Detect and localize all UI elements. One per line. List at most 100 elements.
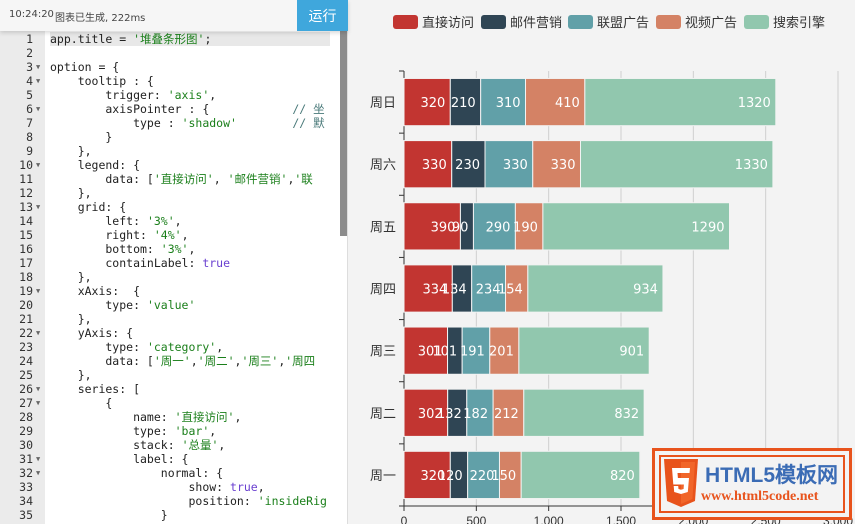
code-line[interactable]: 1 app.title = '堆叠条形图'; bbox=[0, 32, 340, 46]
code-line[interactable]: 8 } bbox=[0, 130, 340, 144]
legend-item[interactable]: 联盟广告 bbox=[597, 16, 649, 31]
editor-scrollbar[interactable] bbox=[340, 31, 347, 236]
bar-label: 132 bbox=[437, 407, 462, 422]
fold-arrow-icon[interactable]: ▼ bbox=[36, 326, 40, 340]
bar-label: 820 bbox=[610, 469, 635, 484]
line-number: 29 bbox=[19, 424, 33, 438]
line-number: 7 bbox=[26, 116, 33, 130]
code-line[interactable]: 26 ▼ series: [ bbox=[0, 382, 340, 396]
code-line[interactable]: 24 data: ['周一','周二','周三','周四 bbox=[0, 354, 340, 368]
code-text: trigger: 'axis', bbox=[50, 88, 217, 102]
fold-arrow-icon[interactable]: ▼ bbox=[36, 60, 40, 74]
bar-label: 901 bbox=[619, 345, 644, 360]
code-line[interactable]: 9 }, bbox=[0, 144, 340, 158]
code-text: } bbox=[50, 508, 168, 522]
code-editor[interactable]: 1 app.title = '堆叠条形图'; 2 3 ▼ option = {4 ▼ too… bbox=[0, 31, 340, 524]
bar-label: 1320 bbox=[738, 96, 771, 111]
code-line[interactable]: 33 show: true, bbox=[0, 480, 340, 494]
fold-arrow-icon[interactable]: ▼ bbox=[36, 466, 40, 480]
code-line[interactable]: 11 data: ['直接访问', '邮件营销','联 bbox=[0, 172, 340, 186]
legend-item[interactable]: 直接访问 bbox=[422, 15, 474, 31]
code-line[interactable]: 17 containLabel: true bbox=[0, 256, 340, 270]
code-line[interactable]: 21 }, bbox=[0, 312, 340, 326]
code-text: } bbox=[50, 130, 113, 144]
bar-label: 330 bbox=[422, 158, 447, 173]
bar-label: 191 bbox=[460, 345, 485, 360]
y-tick-label: 周三 bbox=[370, 345, 396, 360]
code-line[interactable]: 10 ▼ legend: { bbox=[0, 158, 340, 172]
code-line[interactable]: 25 }, bbox=[0, 368, 340, 382]
y-tick-label: 周一 bbox=[370, 469, 396, 484]
code-text: option = { bbox=[50, 60, 120, 74]
bar-label: 934 bbox=[633, 283, 658, 298]
fold-arrow-icon[interactable]: ▼ bbox=[36, 284, 40, 298]
run-button[interactable]: 运行 bbox=[297, 0, 348, 31]
code-line[interactable]: 12 }, bbox=[0, 186, 340, 200]
code-text: axisPointer : { // 坐 bbox=[50, 102, 325, 116]
fold-arrow-icon[interactable]: ▼ bbox=[36, 74, 40, 88]
code-line[interactable]: 35 } bbox=[0, 508, 340, 522]
code-text: series: [ bbox=[50, 382, 141, 396]
fold-arrow-icon[interactable]: ▼ bbox=[36, 396, 40, 410]
code-text: label: { bbox=[50, 452, 189, 466]
code-text: stack: '总量', bbox=[50, 438, 226, 452]
code-text: app.title = '堆叠条形图'; bbox=[50, 32, 330, 46]
code-line[interactable]: 20 type: 'value' bbox=[0, 298, 340, 312]
code-line[interactable]: 32 ▼ normal: { bbox=[0, 466, 340, 480]
bar-label: 182 bbox=[463, 407, 488, 422]
code-line[interactable]: 23 type: 'category', bbox=[0, 340, 340, 354]
legend-item[interactable]: 邮件营销 bbox=[510, 16, 562, 31]
code-text: type: 'category', bbox=[50, 340, 224, 354]
code-text: }, bbox=[50, 186, 92, 200]
line-number: 6 bbox=[26, 102, 33, 116]
bar-label: 330 bbox=[551, 158, 576, 173]
code-line[interactable]: 2 bbox=[0, 46, 340, 60]
legend-item[interactable]: 搜索引擎 bbox=[773, 16, 825, 31]
code-line[interactable]: 22 ▼ yAxis: { bbox=[0, 326, 340, 340]
fold-arrow-icon[interactable]: ▼ bbox=[36, 102, 40, 116]
y-tick-label: 周四 bbox=[370, 283, 396, 298]
code-line[interactable]: 16 bottom: '3%', bbox=[0, 242, 340, 256]
bar-label: 1290 bbox=[691, 220, 724, 235]
line-number: 22 bbox=[19, 326, 33, 340]
legend-item[interactable]: 视频广告 bbox=[685, 16, 737, 31]
code-line[interactable]: 31 ▼ label: { bbox=[0, 452, 340, 466]
code-line[interactable]: 19 ▼ xAxis: { bbox=[0, 284, 340, 298]
line-number: 14 bbox=[19, 214, 33, 228]
code-text: containLabel: true bbox=[50, 256, 231, 270]
fold-arrow-icon[interactable]: ▼ bbox=[36, 452, 40, 466]
code-line[interactable]: 14 left: '3%', bbox=[0, 214, 340, 228]
code-line[interactable]: 30 stack: '总量', bbox=[0, 438, 340, 452]
fold-arrow-icon[interactable]: ▼ bbox=[36, 382, 40, 396]
x-tick-label: 500 bbox=[466, 514, 486, 524]
code-line[interactable]: 13 ▼ grid: { bbox=[0, 200, 340, 214]
html5-logo-icon bbox=[664, 459, 698, 507]
bar-label: 101 bbox=[432, 345, 457, 360]
code-line[interactable]: 6 ▼ axisPointer : { // 坐 bbox=[0, 102, 340, 116]
code-line[interactable]: 27 ▼ { bbox=[0, 396, 340, 410]
code-line[interactable]: 29 type: 'bar', bbox=[0, 424, 340, 438]
watermark-title: HTML5模板网 bbox=[705, 464, 838, 487]
y-tick-label: 周二 bbox=[370, 407, 396, 422]
line-number: 15 bbox=[19, 228, 33, 242]
code-text: data: ['直接访问', '邮件营销','联 bbox=[50, 172, 313, 186]
bar-label: 410 bbox=[555, 96, 580, 111]
code-line[interactable]: 5 trigger: 'axis', bbox=[0, 88, 340, 102]
code-line[interactable]: 18 }, bbox=[0, 270, 340, 284]
x-tick-label: 1,000 bbox=[534, 514, 564, 524]
code-line[interactable]: 34 position: 'insideRig bbox=[0, 494, 340, 508]
line-number: 19 bbox=[19, 284, 33, 298]
bar-label: 330 bbox=[503, 158, 528, 173]
code-text: legend: { bbox=[50, 158, 141, 172]
line-number: 1 bbox=[26, 32, 33, 46]
code-line[interactable]: 15 right: '4%', bbox=[0, 228, 340, 242]
code-line[interactable]: 7 type : 'shadow' // 默 bbox=[0, 116, 340, 130]
code-line[interactable]: 28 name: '直接访问', bbox=[0, 410, 340, 424]
bar-label: 154 bbox=[498, 283, 523, 298]
status-bar: 10:24:20 图表已生成, 222ms 运行 bbox=[0, 0, 348, 31]
code-line[interactable]: 3 ▼ option = { bbox=[0, 60, 340, 74]
fold-arrow-icon[interactable]: ▼ bbox=[36, 158, 40, 172]
fold-arrow-icon[interactable]: ▼ bbox=[36, 200, 40, 214]
bar-label: 120 bbox=[438, 469, 463, 484]
code-line[interactable]: 4 ▼ tooltip : { bbox=[0, 74, 340, 88]
